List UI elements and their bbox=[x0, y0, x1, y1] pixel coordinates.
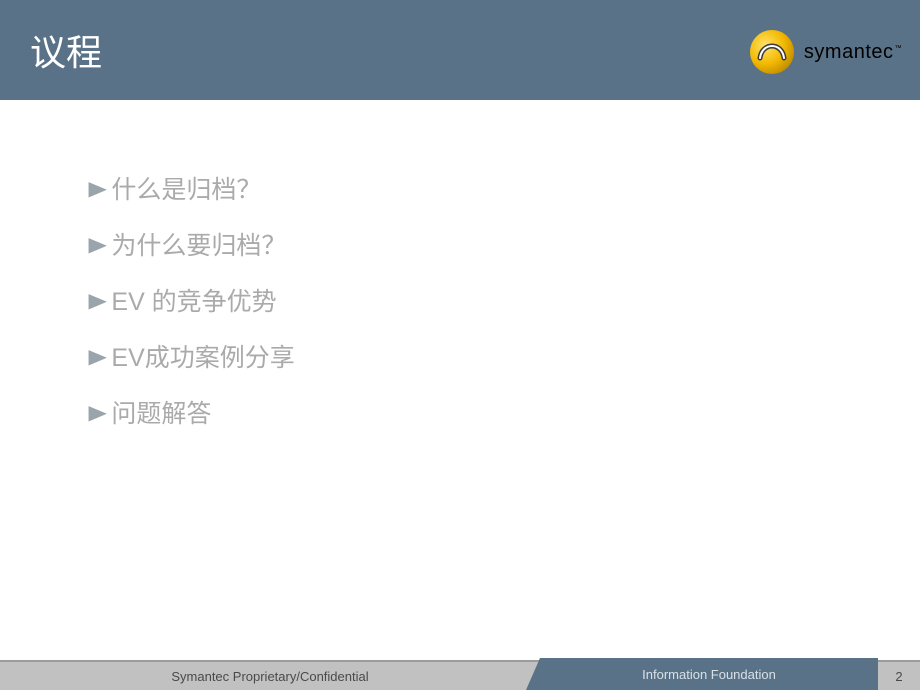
list-item-label: EV成功案例分享 bbox=[111, 338, 294, 374]
list-item: ▶ 问题解答 bbox=[90, 394, 920, 430]
footer-center-tab: Information Foundation bbox=[540, 658, 878, 690]
footer-confidential: Symantec Proprietary/Confidential bbox=[0, 669, 540, 684]
list-item: ▶ 什么是归档？ bbox=[90, 170, 920, 206]
brand-logo-area: symantec™ bbox=[748, 28, 902, 76]
slide-title: 议程 bbox=[30, 24, 102, 76]
page-number: 2 bbox=[878, 662, 920, 690]
bullet-arrow-icon: ▶ bbox=[88, 288, 106, 313]
list-item-label: 问题解答 bbox=[111, 394, 211, 430]
slide-body: ▶ 什么是归档？ ▶ 为什么要归档？ ▶ EV 的竞争优势 ▶ EV成功案例分享… bbox=[0, 100, 920, 430]
list-item: ▶ EV成功案例分享 bbox=[90, 338, 920, 374]
brand-name: symantec™ bbox=[804, 41, 902, 64]
bullet-arrow-icon: ▶ bbox=[88, 176, 106, 201]
list-item-label: 为什么要归档？ bbox=[111, 226, 286, 262]
symantec-logo-icon bbox=[748, 28, 796, 76]
slide-header: 议程 symantec™ bbox=[0, 0, 920, 100]
list-item: ▶ EV 的竞争优势 bbox=[90, 282, 920, 318]
agenda-list: ▶ 什么是归档？ ▶ 为什么要归档？ ▶ EV 的竞争优势 ▶ EV成功案例分享… bbox=[90, 170, 920, 430]
footer-center-label: Information Foundation bbox=[642, 667, 776, 682]
bullet-arrow-icon: ▶ bbox=[88, 344, 106, 369]
list-item-label: EV 的竞争优势 bbox=[111, 282, 276, 318]
list-item-label: 什么是归档？ bbox=[111, 170, 261, 206]
bullet-arrow-icon: ▶ bbox=[88, 232, 106, 257]
list-item: ▶ 为什么要归档？ bbox=[90, 226, 920, 262]
trademark-icon: ™ bbox=[895, 45, 903, 52]
bullet-arrow-icon: ▶ bbox=[88, 400, 106, 425]
